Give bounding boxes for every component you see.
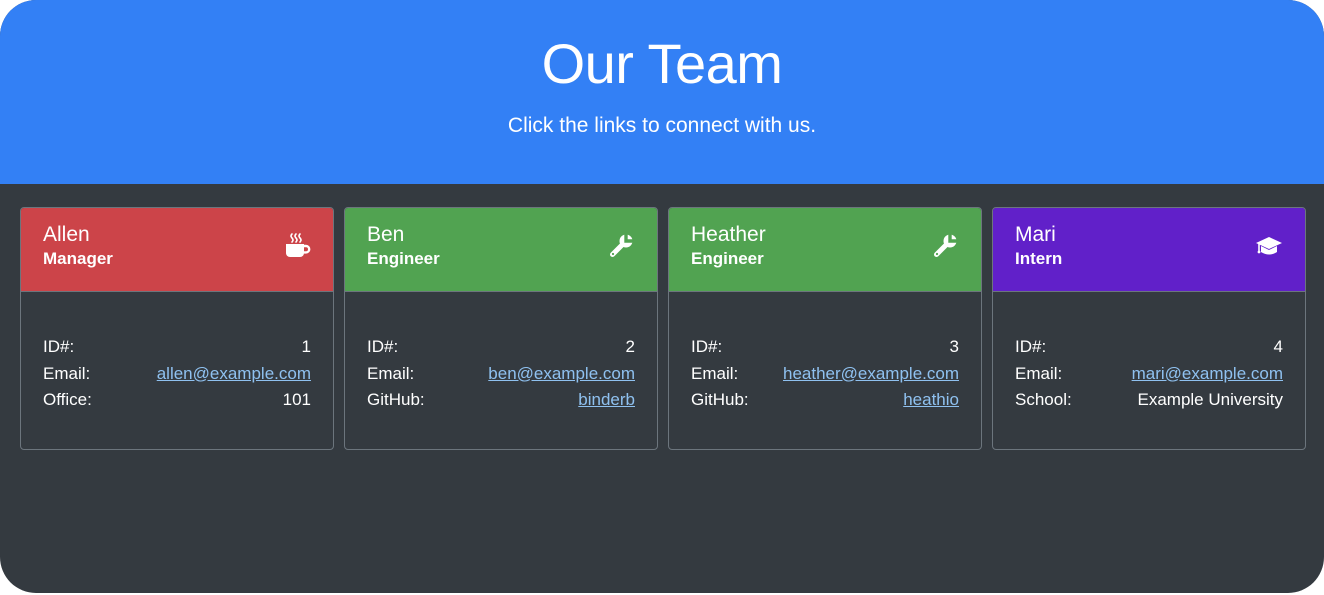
id-label: ID#:: [367, 337, 399, 356]
team-cards: Allen Manager ID#: 1 Email: allen@exampl…: [20, 207, 1306, 450]
card-body: ID#: 3 Email: heather@example.com GitHub…: [669, 292, 981, 414]
card-name: Ben: [367, 223, 405, 246]
page-title: Our Team: [541, 32, 783, 95]
team-card-allen: Allen Manager ID#: 1 Email: allen@exampl…: [20, 207, 334, 450]
id-row: ID#: 3: [691, 334, 959, 361]
card-body: ID#: 4 Email: mari@example.com School: E…: [993, 292, 1305, 414]
email-link[interactable]: allen@example.com: [157, 361, 311, 388]
github-label: GitHub:: [691, 390, 749, 409]
id-row: ID#: 2: [367, 334, 635, 361]
card-header: Ben Engineer: [345, 208, 657, 292]
email-row: Email: mari@example.com: [1015, 361, 1283, 388]
email-row: Email: heather@example.com: [691, 361, 959, 388]
team-card-ben: Ben Engineer ID#: 2 Email: ben@example.c…: [344, 207, 658, 450]
id-row: ID#: 1: [43, 334, 311, 361]
card-header: Mari Intern: [993, 208, 1305, 292]
github-label: GitHub:: [367, 390, 425, 409]
github-link[interactable]: binderb: [578, 387, 635, 414]
email-label: Email:: [367, 363, 415, 383]
card-header: Heather Engineer: [669, 208, 981, 292]
email-link[interactable]: heather@example.com: [783, 361, 959, 388]
id-value: 1: [301, 337, 311, 356]
team-card-mari: Mari Intern ID#: 4 Email: mari@example.c…: [992, 207, 1306, 450]
card-name: Allen: [43, 223, 90, 246]
page-subtitle: Click the links to connect with us.: [507, 114, 817, 137]
id-label: ID#:: [1015, 337, 1047, 356]
email-label: Email:: [1015, 363, 1063, 383]
github-row: GitHub: heathio: [691, 387, 959, 414]
id-value: 3: [949, 337, 959, 356]
office-value: 101: [282, 390, 311, 409]
id-label: ID#:: [691, 337, 723, 356]
email-link[interactable]: ben@example.com: [488, 361, 635, 388]
id-value: 4: [1273, 337, 1283, 356]
office-label: Office:: [43, 390, 92, 409]
card-body: ID#: 2 Email: ben@example.com GitHub: bi…: [345, 292, 657, 414]
wrench-icon: [934, 234, 957, 257]
wrench-icon: [610, 234, 633, 257]
card-role: Engineer: [367, 249, 440, 268]
github-row: GitHub: binderb: [367, 387, 635, 414]
team-card-heather: Heather Engineer ID#: 3 Email: heather@e…: [668, 207, 982, 450]
card-name: Heather: [691, 223, 766, 246]
graduation-cap-icon: [1256, 237, 1282, 255]
email-row: Email: allen@example.com: [43, 361, 311, 388]
coffee-icon: [286, 233, 311, 257]
card-header: Allen Manager: [21, 208, 333, 292]
email-row: Email: ben@example.com: [367, 361, 635, 388]
card-body: ID#: 1 Email: allen@example.com Office: …: [21, 292, 333, 414]
page: Our Team Click the links to connect with…: [0, 0, 1324, 593]
id-label: ID#:: [43, 337, 75, 356]
email-label: Email:: [43, 363, 91, 383]
school-value: Example University: [1137, 390, 1284, 409]
id-row: ID#: 4: [1015, 334, 1283, 361]
school-label: School:: [1015, 390, 1072, 409]
github-link[interactable]: heathio: [903, 387, 959, 414]
email-label: Email:: [691, 363, 739, 383]
card-name: Mari: [1015, 223, 1056, 246]
office-row: Office: 101: [43, 387, 311, 414]
card-role: Manager: [43, 249, 113, 268]
card-role: Engineer: [691, 249, 764, 268]
email-link[interactable]: mari@example.com: [1132, 361, 1283, 388]
card-role: Intern: [1015, 249, 1063, 268]
school-row: School: Example University: [1015, 387, 1283, 414]
hero-header: Our Team Click the links to connect with…: [0, 0, 1324, 184]
id-value: 2: [625, 337, 635, 356]
